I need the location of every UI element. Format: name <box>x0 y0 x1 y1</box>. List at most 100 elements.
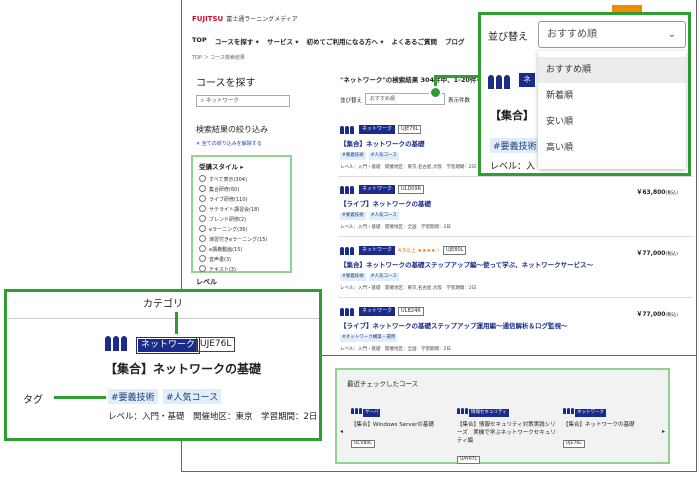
course-meta: レベル：入門・基礎 開催地区：東京 学習期間：2日 <box>108 412 318 422</box>
tag[interactable]: #ネットワーク構築・運用 <box>340 334 398 342</box>
sort-option-cheapest[interactable]: 安い順 <box>538 109 686 135</box>
divider <box>338 297 693 298</box>
logo-mark: FUJITSU <box>192 15 224 23</box>
per-page-label: 表示件数 <box>448 98 471 104</box>
category-badge: ネットワーク <box>359 245 396 255</box>
sidebar-title: コースを探す <box>196 78 256 89</box>
tag[interactable]: #人気コース <box>368 212 399 220</box>
live-training-icon <box>340 185 356 194</box>
course-item[interactable]: ネットワーク ULB24R ￥77,000(税込) 【ライブ】ネットワークの基礎… <box>340 306 690 352</box>
course-price: ￥77,000(税込) <box>636 250 678 257</box>
sort-select[interactable]: おすすめ順 ⌄ <box>538 21 686 48</box>
sort-option-expensive[interactable]: 高い順 <box>538 135 686 161</box>
category-badge: ネットワーク <box>359 124 396 134</box>
sort-dropdown: おすすめ順 新着順 安い順 高い順 <box>538 51 686 169</box>
category-badge: ネットワーク <box>359 306 396 316</box>
style-option[interactable]: 集合研修(60) <box>199 185 267 195</box>
style-option[interactable]: ブレンド研修(2) <box>199 215 267 225</box>
course-code: UJE76L <box>563 440 585 448</box>
style-option[interactable]: ライブ研修(110) <box>199 195 267 205</box>
course-title[interactable]: 【ライブ】ネットワークの基礎ステップアップ運用編～通信解析＆ログ監視～ <box>340 320 690 330</box>
tag[interactable]: #人気コース <box>368 273 399 281</box>
breadcrumb: TOP ＞ コース検索結果 <box>192 55 245 61</box>
course-code: UJE76L <box>398 124 422 134</box>
main-nav: TOP コースを探す ▾ サービス ▾ 初めてご利用になる方へ ▾ よくあるご質… <box>192 36 465 46</box>
recent-course-name[interactable]: 【集合】Windows Serverの基礎 <box>351 421 451 429</box>
recent-course-card[interactable]: サーバ 【集合】Windows Serverの基礎 UCV80L <box>351 398 451 448</box>
category-badge: ネットワーク <box>359 184 396 194</box>
group-training-icon <box>340 125 356 134</box>
sort-select-value: おすすめ順 <box>547 29 597 40</box>
sort-label: 並び替え <box>340 98 363 104</box>
clear-filters-link[interactable]: ✕ 全ての絞り込みを解除する <box>196 140 262 147</box>
recent-course-card[interactable]: ネットワーク 【集合】ネットワークの基礎 UJE76L <box>563 398 663 448</box>
rating-stars: 4.5以上 ★★★★☆ <box>398 247 440 254</box>
group-training-icon <box>340 246 356 255</box>
course-price: ￥77,000(税込) <box>636 311 678 318</box>
style-option[interactable]: サテライト講習会(18) <box>199 205 267 215</box>
tag[interactable]: #人気コース <box>368 152 399 160</box>
style-option[interactable]: e講義動画(15) <box>199 245 267 255</box>
category-badge: 情報セキュリティ <box>469 409 509 417</box>
category-badge: サーバ <box>363 409 381 417</box>
callout-connector <box>434 75 480 78</box>
tag: #要義技術 <box>108 389 158 404</box>
annotation-line <box>54 396 106 399</box>
recent-course-card[interactable]: 情報セキュリティ 【集合】情報セキュリティ対策実践シリーズ 実機で学ぶネットワー… <box>457 398 557 464</box>
course-price: ￥63,800(税込) <box>636 189 678 196</box>
course-zoom-callout: カテゴリ ネットワーク UJE76L 【集合】ネットワークの基礎 タグ #要義技… <box>4 289 322 441</box>
tag-annotation: タグ <box>23 395 43 406</box>
course-meta: レベル：入 <box>490 162 536 172</box>
group-training-icon <box>488 75 510 89</box>
sort-label: 並び替え <box>488 32 528 43</box>
style-option[interactable]: eラーニング(36) <box>199 225 267 235</box>
course-item[interactable]: ネットワーク ULD09R ￥63,800(税込) 【ライブ】ネットワークの基礎… <box>340 184 690 230</box>
course-code: UJE76L <box>196 337 236 352</box>
filter-title: 検索結果の絞り込み <box>196 125 268 134</box>
carousel-prev-icon[interactable]: ◂ <box>340 428 343 435</box>
style-option[interactable]: 演習付きeラーニング(15) <box>199 235 267 245</box>
learning-style-filter: 受講スタイル ▸ すべて表示(304) 集合研修(60) ライブ研修(110) … <box>191 155 292 273</box>
nav-item-service[interactable]: サービス ▾ <box>267 36 299 46</box>
group-training-icon <box>563 408 574 414</box>
recent-courses-title: 最近チェックしたコース <box>347 380 419 388</box>
course-title[interactable]: 【ライブ】ネットワークの基礎 <box>340 198 690 208</box>
category-badge: ネットワーク <box>136 337 201 354</box>
course-title: 【集合】ネットワークの基礎 <box>105 362 262 376</box>
nav-item-top[interactable]: TOP <box>192 36 207 46</box>
tag: #人気コース <box>163 389 222 404</box>
level-filter-label[interactable]: レベル <box>196 277 217 287</box>
course-title[interactable]: 【集合】ネットワークの基礎ステップアップ編～使って学ぶ、ネットワークサービス～ <box>340 259 690 269</box>
course-meta: レベル：入門・基礎 開催地区：全国 学習期間：2日 <box>340 347 451 352</box>
recent-course-name[interactable]: 【集合】ネットワークの基礎 <box>563 421 663 429</box>
course-code: UCV80L <box>351 440 375 448</box>
live-training-icon <box>340 307 356 316</box>
nav-item-faq[interactable]: よくあるご質問 <box>392 36 438 46</box>
nav-item-first-time[interactable]: 初めてご利用になる方へ ▾ <box>306 36 383 46</box>
course-code: ULB24R <box>398 306 424 316</box>
sort-option-newest[interactable]: 新着順 <box>538 83 686 109</box>
course-code: UAY97L <box>457 456 481 464</box>
group-training-icon <box>457 408 468 414</box>
divider <box>338 236 693 237</box>
style-option[interactable]: 音声書(3) <box>199 255 267 265</box>
chevron-down-icon: ⌄ <box>667 29 676 40</box>
tag[interactable]: #要義技術 <box>340 273 366 281</box>
course-meta: レベル：入門・基礎 開催地区：東京,名古屋,大阪 学習期間：2日 <box>340 286 477 291</box>
nav-item-find-course[interactable]: コースを探す ▾ <box>215 36 259 46</box>
divider <box>7 318 319 319</box>
nav-item-blog[interactable]: ブログ <box>445 36 465 46</box>
search-value: ネットワーク <box>205 98 239 104</box>
sort-option-recommended[interactable]: おすすめ順 <box>538 57 686 83</box>
tag[interactable]: #要義技術 <box>340 212 366 220</box>
tag[interactable]: #要義技術 <box>340 152 366 160</box>
sidebar-search-input[interactable]: ⌕ ネットワーク <box>196 95 290 107</box>
style-option[interactable]: すべて表示(304) <box>199 175 267 185</box>
site-logo[interactable]: FUJITSU 富士通ラーニングメディア <box>192 14 298 23</box>
tag: #要義技術 <box>490 138 540 153</box>
recent-course-name[interactable]: 【集合】情報セキュリティ対策実践シリーズ 実機で学ぶネットワークセキュリティ編 <box>457 421 557 445</box>
style-option[interactable]: テキスト(3) <box>199 265 267 275</box>
learning-style-heading[interactable]: 受講スタイル ▸ <box>199 161 244 171</box>
category-badge: ネットワーク <box>575 409 606 417</box>
course-item[interactable]: ネットワーク 4.5以上 ★★★★☆ UJE80L ￥77,000(税込) 【集… <box>340 245 690 291</box>
